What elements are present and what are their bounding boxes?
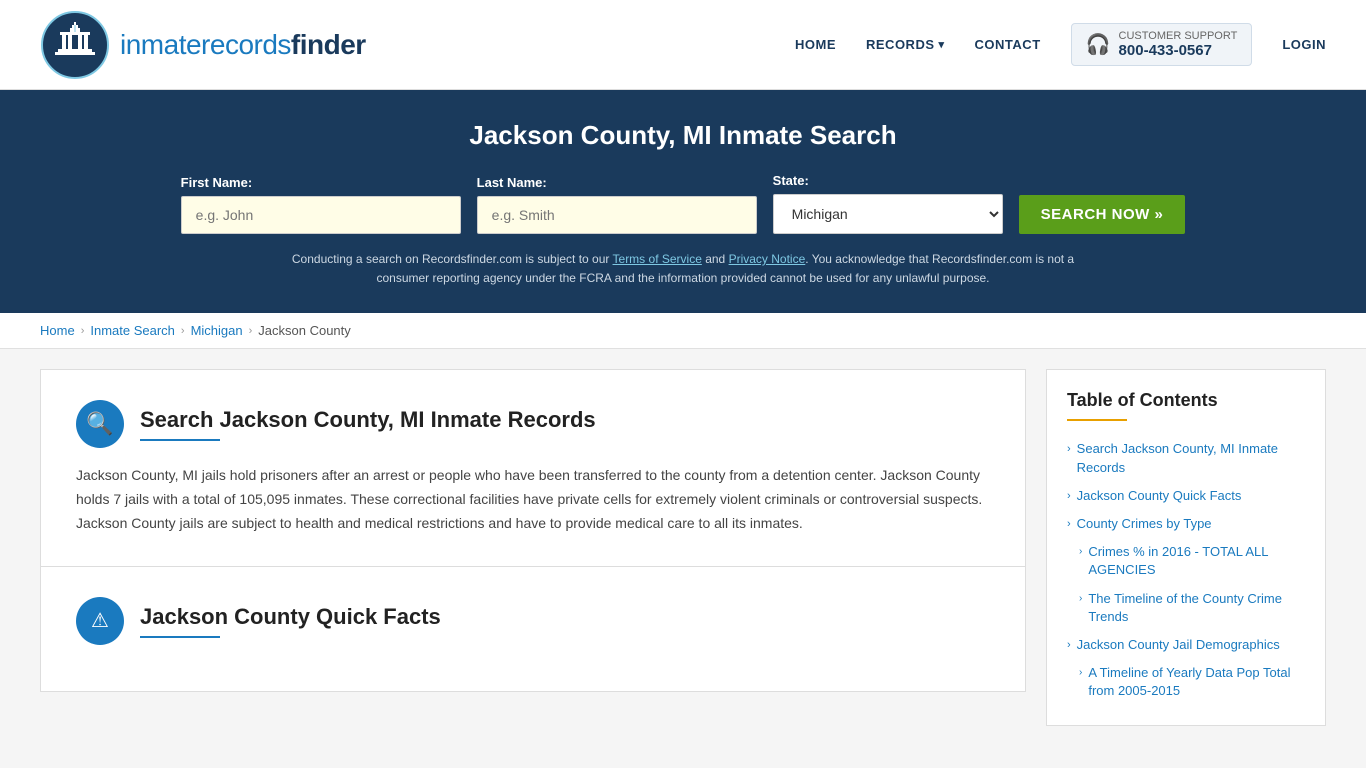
toc-item-1[interactable]: › Jackson County Quick Facts	[1067, 482, 1305, 510]
toc-title: Table of Contents	[1067, 390, 1305, 411]
logo-text-part2: finder	[291, 29, 366, 60]
logo-text-part1: inmaterecords	[120, 29, 291, 60]
last-name-group: Last Name:	[477, 175, 757, 234]
customer-support[interactable]: 🎧 CUSTOMER SUPPORT 800-433-0567	[1071, 23, 1253, 66]
toc-item-0[interactable]: › Search Jackson County, MI Inmate Record…	[1067, 435, 1305, 481]
search-section-card: 🔍 Search Jackson County, MI Inmate Recor…	[40, 369, 1026, 565]
chevron-down-icon: ▾	[939, 38, 945, 51]
logo-area: inmaterecordsfinder	[40, 10, 366, 80]
card-header-search: 🔍 Search Jackson County, MI Inmate Recor…	[76, 400, 990, 448]
main-area: 🔍 Search Jackson County, MI Inmate Recor…	[0, 349, 1366, 746]
toc-item-4[interactable]: › The Timeline of the County Crime Trends	[1067, 585, 1305, 631]
breadcrumb-sep-1: ›	[81, 325, 85, 337]
state-label: State:	[773, 173, 1003, 188]
toc-chevron-3: ›	[1079, 545, 1082, 559]
logo-icon	[40, 10, 110, 80]
search-icon-circle: 🔍	[76, 400, 124, 448]
warning-icon: ⚠	[91, 608, 109, 633]
nav-login[interactable]: LOGIN	[1282, 37, 1326, 52]
breadcrumb-sep-3: ›	[249, 325, 253, 337]
facts-icon-circle: ⚠	[76, 597, 124, 645]
toc-underline	[1067, 419, 1127, 421]
toc-chevron-1: ›	[1067, 489, 1071, 504]
toc-label-2: County Crimes by Type	[1077, 515, 1212, 533]
first-name-group: First Name:	[181, 175, 461, 234]
toc-chevron-6: ›	[1079, 666, 1082, 680]
sidebar: Table of Contents › Search Jackson County…	[1046, 369, 1326, 726]
search-button[interactable]: SEARCH NOW »	[1019, 195, 1186, 234]
card-header-facts: ⚠ Jackson County Quick Facts	[76, 597, 990, 645]
toc-label-4: The Timeline of the County Crime Trends	[1088, 590, 1305, 626]
headphones-icon: 🎧	[1086, 32, 1111, 57]
toc-chevron-0: ›	[1067, 442, 1071, 457]
toc-item-3[interactable]: › Crimes % in 2016 - TOTAL ALL AGENCIES	[1067, 538, 1305, 584]
state-group: State: Michigan Alabama Alaska Arizona C…	[773, 173, 1003, 234]
breadcrumb-michigan[interactable]: Michigan	[191, 323, 243, 338]
site-header: inmaterecordsfinder HOME RECORDS ▾ CONTA…	[0, 0, 1366, 90]
card-title-facts: Jackson County Quick Facts	[140, 604, 441, 630]
toc-chevron-2: ›	[1067, 517, 1071, 532]
page-title: Jackson County, MI Inmate Search	[40, 120, 1326, 151]
toc-item-5[interactable]: › Jackson County Jail Demographics	[1067, 631, 1305, 659]
hero-section: Jackson County, MI Inmate Search First N…	[0, 90, 1366, 313]
logo-text: inmaterecordsfinder	[120, 28, 366, 62]
tos-link[interactable]: Terms of Service	[613, 252, 702, 266]
breadcrumb-current: Jackson County	[258, 323, 351, 338]
breadcrumb-inmate-search[interactable]: Inmate Search	[90, 323, 175, 338]
toc-card: Table of Contents › Search Jackson County…	[1046, 369, 1326, 726]
nav-home[interactable]: HOME	[795, 37, 836, 52]
breadcrumb-sep-2: ›	[181, 325, 185, 337]
card-title-underline-search	[140, 439, 220, 441]
support-label: CUSTOMER SUPPORT	[1119, 30, 1238, 42]
toc-item-6[interactable]: › A Timeline of Yearly Data Pop Total fro…	[1067, 659, 1305, 705]
toc-label-5: Jackson County Jail Demographics	[1077, 636, 1280, 654]
disclaimer-text: Conducting a search on Recordsfinder.com…	[283, 250, 1083, 288]
toc-label-0: Search Jackson County, MI Inmate Records	[1077, 440, 1305, 476]
state-select[interactable]: Michigan Alabama Alaska Arizona Californ…	[773, 194, 1003, 234]
first-name-input[interactable]	[181, 196, 461, 234]
toc-list: › Search Jackson County, MI Inmate Record…	[1067, 435, 1305, 705]
toc-label-3: Crimes % in 2016 - TOTAL ALL AGENCIES	[1088, 543, 1305, 579]
breadcrumb-home[interactable]: Home	[40, 323, 75, 338]
toc-chevron-4: ›	[1079, 592, 1082, 606]
card-title-search: Search Jackson County, MI Inmate Records	[140, 407, 596, 433]
support-number: 800-433-0567	[1119, 42, 1238, 59]
breadcrumb: Home › Inmate Search › Michigan › Jackso…	[0, 313, 1366, 349]
privacy-link[interactable]: Privacy Notice	[729, 252, 806, 266]
toc-chevron-5: ›	[1067, 638, 1071, 653]
toc-label-6: A Timeline of Yearly Data Pop Total from…	[1088, 664, 1305, 700]
quick-facts-card: ⚠ Jackson County Quick Facts	[40, 566, 1026, 692]
nav-records-label: RECORDS	[866, 37, 935, 52]
nav-contact[interactable]: CONTACT	[975, 37, 1041, 52]
magnifier-icon: 🔍	[86, 411, 113, 437]
last-name-label: Last Name:	[477, 175, 757, 190]
card-title-underline-facts	[140, 636, 220, 638]
toc-item-2[interactable]: › County Crimes by Type	[1067, 510, 1305, 538]
toc-label-1: Jackson County Quick Facts	[1077, 487, 1242, 505]
search-form: First Name: Last Name: State: Michigan A…	[40, 173, 1326, 234]
nav-records[interactable]: RECORDS ▾	[866, 37, 945, 52]
last-name-input[interactable]	[477, 196, 757, 234]
main-nav: HOME RECORDS ▾ CONTACT 🎧 CUSTOMER SUPPOR…	[795, 23, 1326, 66]
first-name-label: First Name:	[181, 175, 461, 190]
content-area: 🔍 Search Jackson County, MI Inmate Recor…	[40, 369, 1026, 726]
card-body-search: Jackson County, MI jails hold prisoners …	[76, 464, 990, 535]
